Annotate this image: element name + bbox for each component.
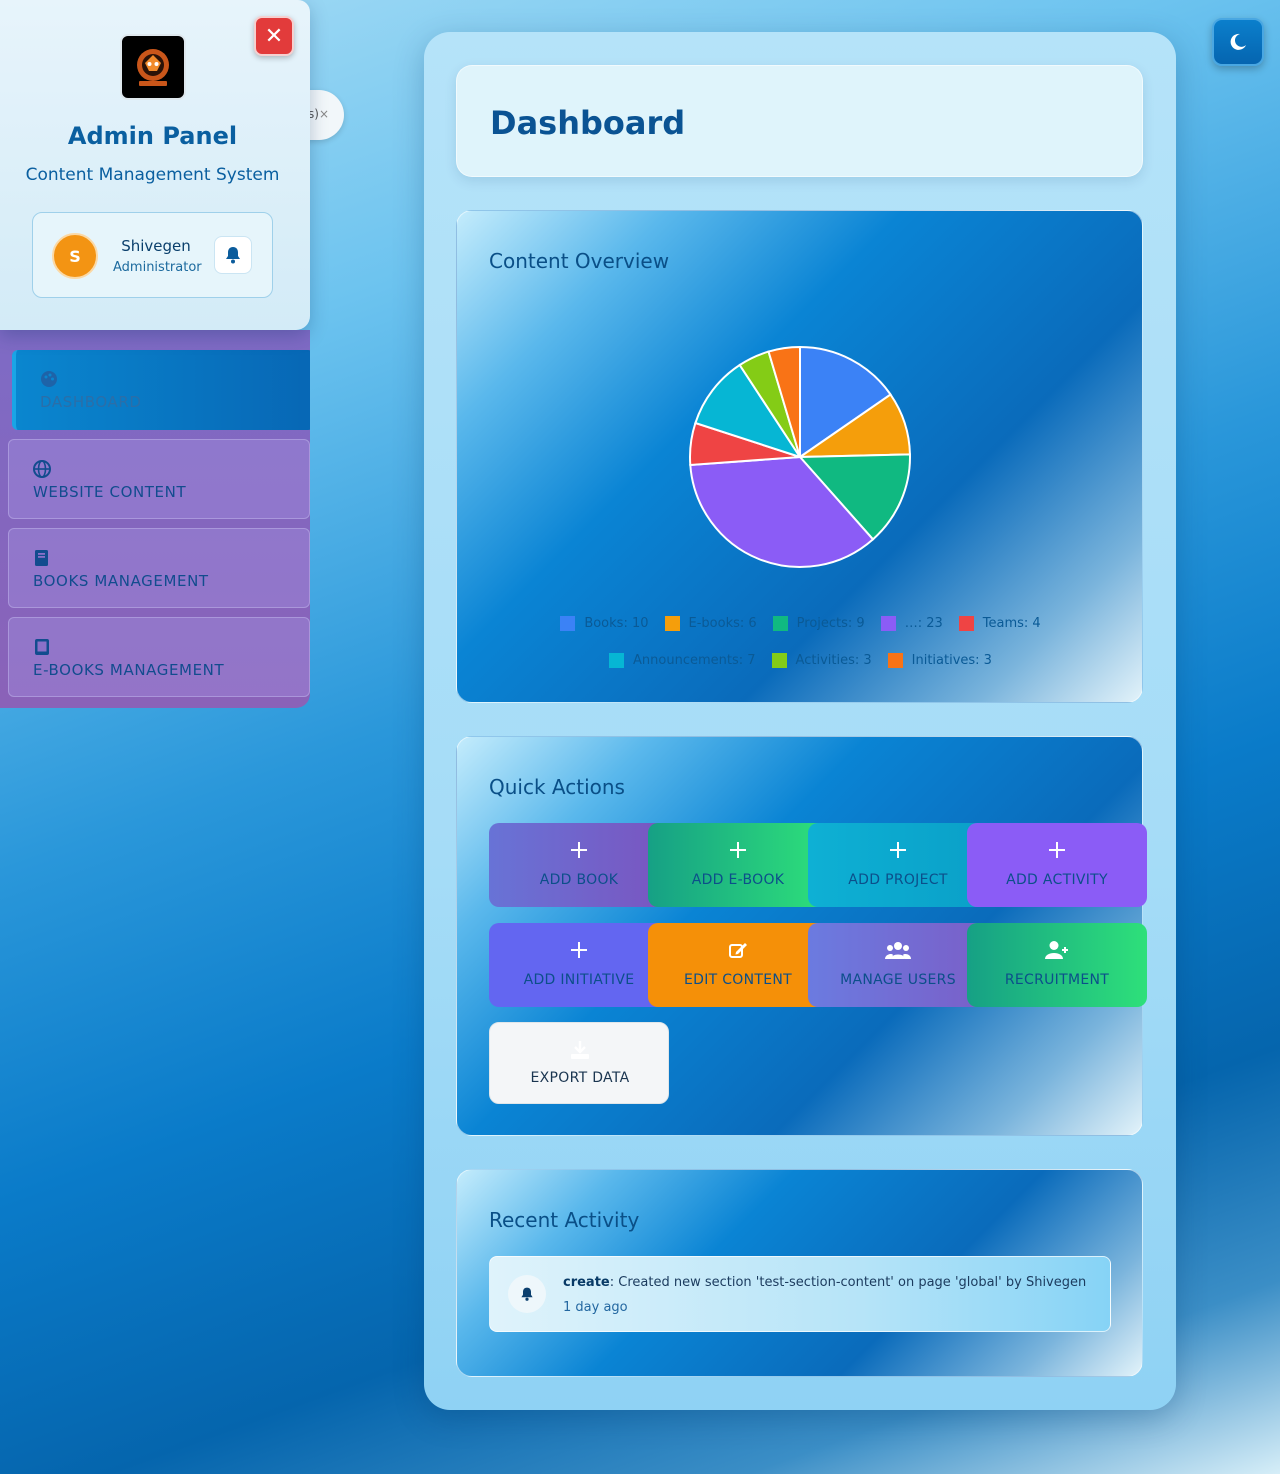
users-icon: [808, 937, 988, 963]
panel-subtitle: Content Management System: [25, 165, 280, 185]
legend-item[interactable]: Teams: 4: [958, 616, 1041, 631]
legend-label: Teams: 4: [982, 616, 1041, 631]
add-project-button[interactable]: ADD PROJECT: [808, 823, 988, 907]
page-title: Dashboard: [490, 104, 686, 142]
legend-swatch: [664, 616, 680, 631]
user-card: S Shivegen Administrator: [32, 212, 273, 298]
avatar: S: [52, 233, 98, 279]
legend-label: Activities: 3: [795, 653, 872, 668]
legend-swatch: [560, 616, 576, 631]
legend-swatch: [772, 616, 788, 631]
legend-label: E-books: 6: [688, 616, 757, 631]
sidebar-nav: DASHBOARD WEBSITE CONTENT BOOKS MANAGEME…: [0, 330, 310, 708]
sidebar-item-label: E-BOOKS MANAGEMENT: [33, 661, 225, 679]
button-label: ADD ACTIVITY: [1006, 872, 1108, 888]
main-content: Dashboard Content Overview Books: 10 E-bo…: [424, 32, 1176, 1410]
chart-legend-row: Announcements: 7 Activities: 3 Initiatives…: [457, 653, 1144, 668]
sidebar-item-ebooks-management[interactable]: E-BOOKS MANAGEMENT: [8, 617, 310, 697]
legend-swatch: [887, 653, 903, 668]
content-overview-card: Content Overview Books: 10 E-books: 6 Proj…: [456, 210, 1143, 703]
legend-item[interactable]: Activities: 3: [771, 653, 872, 668]
button-label: EDIT CONTENT: [683, 972, 793, 988]
button-label: MANAGE USERS: [840, 972, 956, 988]
legend-item[interactable]: Announcements: 7: [609, 653, 756, 668]
legend-item[interactable]: E-books: 6: [664, 616, 757, 631]
legend-label: Initiatives: 3: [911, 653, 992, 668]
plus-icon: [489, 837, 669, 863]
legend-swatch: [609, 653, 625, 668]
add-book-button[interactable]: ADD BOOK: [489, 823, 669, 907]
legend-label: Projects: 9: [796, 616, 865, 631]
panel-title: Admin Panel: [67, 122, 238, 150]
palette-icon: [41, 371, 57, 387]
legend-item[interactable]: Books: 10: [560, 616, 649, 631]
recruitment-button[interactable]: RECRUITMENT: [967, 923, 1147, 1007]
close-sidebar-button[interactable]: ✕: [254, 16, 294, 56]
button-label: RECRUITMENT: [1004, 972, 1110, 988]
button-label: ADD E-BOOK: [691, 872, 785, 888]
sidebar-header: ✕ Admin Panel Content Management System …: [0, 0, 310, 330]
button-label: ADD INITIATIVE: [523, 972, 635, 988]
legend-swatch: [880, 616, 896, 631]
manage-users-button[interactable]: MANAGE USERS: [808, 923, 988, 1007]
add-initiative-button[interactable]: ADD INITIATIVE: [489, 923, 669, 1007]
legend-label: Books: 10: [584, 616, 649, 631]
section-title: Content Overview: [489, 249, 670, 273]
legend-item[interactable]: Initiatives: 3: [887, 653, 992, 668]
user-plus-icon: [967, 937, 1147, 963]
download-icon: [490, 1037, 670, 1063]
edit-content-button[interactable]: EDIT CONTENT: [648, 923, 828, 1007]
user-name: Shivegen: [121, 237, 191, 255]
activity-action: create: [563, 1275, 610, 1290]
legend-label: Announcements: 7: [633, 653, 756, 668]
close-icon: ✕: [264, 23, 284, 49]
page-header: Dashboard: [456, 65, 1143, 177]
moon-icon: [1230, 33, 1246, 50]
plus-icon: [648, 837, 828, 863]
plus-icon: [967, 837, 1147, 863]
button-label: ADD PROJECT: [848, 872, 948, 888]
sidebar-item-books-management[interactable]: BOOKS MANAGEMENT: [8, 528, 310, 608]
brand-logo: [120, 34, 186, 100]
legend-swatch: [771, 653, 787, 668]
bell-icon: [226, 247, 240, 264]
sidebar-item-label: DASHBOARD: [40, 393, 142, 411]
legend-label: …: 23: [904, 616, 943, 631]
quick-actions-card: Quick Actions ADD BOOK ADD E-BOOK ADD PR…: [456, 736, 1147, 1136]
notifications-button[interactable]: [214, 236, 252, 274]
activity-item[interactable]: create: Created new section 'test-sectio…: [489, 1256, 1111, 1332]
tablet-icon: [35, 639, 49, 655]
plus-icon: [489, 937, 669, 963]
add-activity-button[interactable]: ADD ACTIVITY: [967, 823, 1147, 907]
activity-description: create: Created new section 'test-sectio…: [563, 1275, 1086, 1290]
sidebar-item-website-content[interactable]: WEBSITE CONTENT: [8, 439, 310, 519]
globe-icon: [33, 460, 51, 478]
plus-icon: [808, 837, 988, 863]
legend-item[interactable]: Projects: 9: [772, 616, 865, 631]
export-data-button[interactable]: EXPORT DATA: [489, 1022, 669, 1104]
activity-time: 1 day ago: [563, 1300, 628, 1315]
pie-chart: [689, 345, 911, 568]
sidebar-item-label: BOOKS MANAGEMENT: [33, 572, 209, 590]
user-role: Administrator: [113, 260, 202, 275]
chart-legend-row: Books: 10 E-books: 6 Projects: 9 …: 23 Teams…: [457, 616, 1144, 631]
theme-toggle-button[interactable]: [1212, 18, 1264, 66]
tag-close-icon[interactable]: ×: [319, 107, 329, 121]
section-title: Recent Activity: [489, 1208, 640, 1232]
activity-detail: : Created new section 'test-section-cont…: [609, 1275, 1087, 1290]
recent-activity-card: Recent Activity create: Created new sect…: [456, 1169, 1143, 1377]
section-title: Quick Actions: [489, 775, 625, 799]
sidebar-item-label: WEBSITE CONTENT: [33, 483, 187, 501]
add-ebook-button[interactable]: ADD E-BOOK: [648, 823, 828, 907]
button-label: ADD BOOK: [539, 872, 619, 888]
button-label: EXPORT DATA: [530, 1070, 630, 1086]
book-icon: [35, 550, 48, 566]
legend-item[interactable]: …: 23: [880, 616, 943, 631]
edit-icon: [648, 937, 828, 963]
legend-swatch: [958, 616, 974, 631]
sidebar-item-dashboard[interactable]: DASHBOARD: [12, 350, 310, 430]
bell-icon: [508, 1275, 546, 1313]
